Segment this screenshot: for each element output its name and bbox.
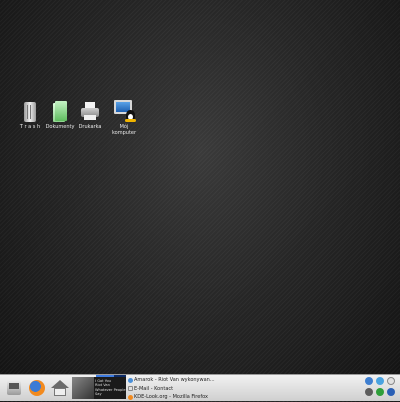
firefox-icon bbox=[29, 380, 45, 396]
firefox-launcher[interactable] bbox=[27, 378, 47, 398]
system-tray bbox=[362, 376, 400, 398]
task-kontact[interactable]: E-Mail - Kontact bbox=[127, 385, 277, 393]
desktop-icon-label: Dokumenty bbox=[45, 124, 75, 130]
volume-icon[interactable] bbox=[365, 388, 373, 396]
task-label: E-Mail - Kontact bbox=[134, 385, 174, 392]
now-playing-album: Whatever People Say bbox=[95, 387, 126, 397]
desktop-icon-label: Mój komputer bbox=[111, 124, 137, 136]
now-playing-widget[interactable]: I Got You Riot Van Whatever People Say bbox=[72, 377, 126, 399]
computer-icon bbox=[114, 100, 136, 122]
task-list: Amarok - Riot Van wykonywan... E-Mail - … bbox=[127, 376, 277, 402]
desktop-icon-printer[interactable]: Drukarka bbox=[73, 100, 107, 130]
track-progress-fill bbox=[96, 375, 114, 377]
task-label: KDE-Look.org - Mozilla Firefox bbox=[134, 394, 208, 400]
printer-icon bbox=[80, 100, 100, 122]
mail-icon bbox=[128, 386, 133, 391]
track-progress-bar[interactable] bbox=[96, 375, 126, 377]
task-label: Amarok - Riot Van wykonywan... bbox=[134, 377, 215, 383]
desktop-icon-trash[interactable]: T r a s h bbox=[13, 100, 47, 130]
firefox-icon bbox=[128, 394, 133, 400]
user-icon[interactable] bbox=[387, 388, 395, 396]
kde-menu-button[interactable] bbox=[4, 378, 24, 398]
update-icon[interactable] bbox=[376, 388, 384, 396]
desktop-icon-label: Drukarka bbox=[78, 124, 102, 130]
album-cover bbox=[72, 377, 94, 399]
desktop-icon-label: T r a s h bbox=[19, 124, 41, 130]
home-folder-launcher[interactable] bbox=[50, 378, 70, 398]
desktop-icon-computer[interactable]: Mój komputer bbox=[107, 100, 141, 136]
network-icon[interactable] bbox=[365, 377, 373, 385]
documents-folder-icon bbox=[50, 100, 70, 122]
info-icon[interactable] bbox=[376, 377, 384, 385]
desktop-icon-documents[interactable]: Dokumenty bbox=[43, 100, 77, 130]
amarok-icon bbox=[128, 377, 133, 383]
task-amarok[interactable]: Amarok - Riot Van wykonywan... bbox=[127, 376, 277, 384]
clock-icon[interactable] bbox=[387, 377, 395, 385]
trash-icon bbox=[20, 100, 40, 122]
desktop: T r a s h Dokumenty Drukarka Mój kompute… bbox=[0, 0, 400, 374]
